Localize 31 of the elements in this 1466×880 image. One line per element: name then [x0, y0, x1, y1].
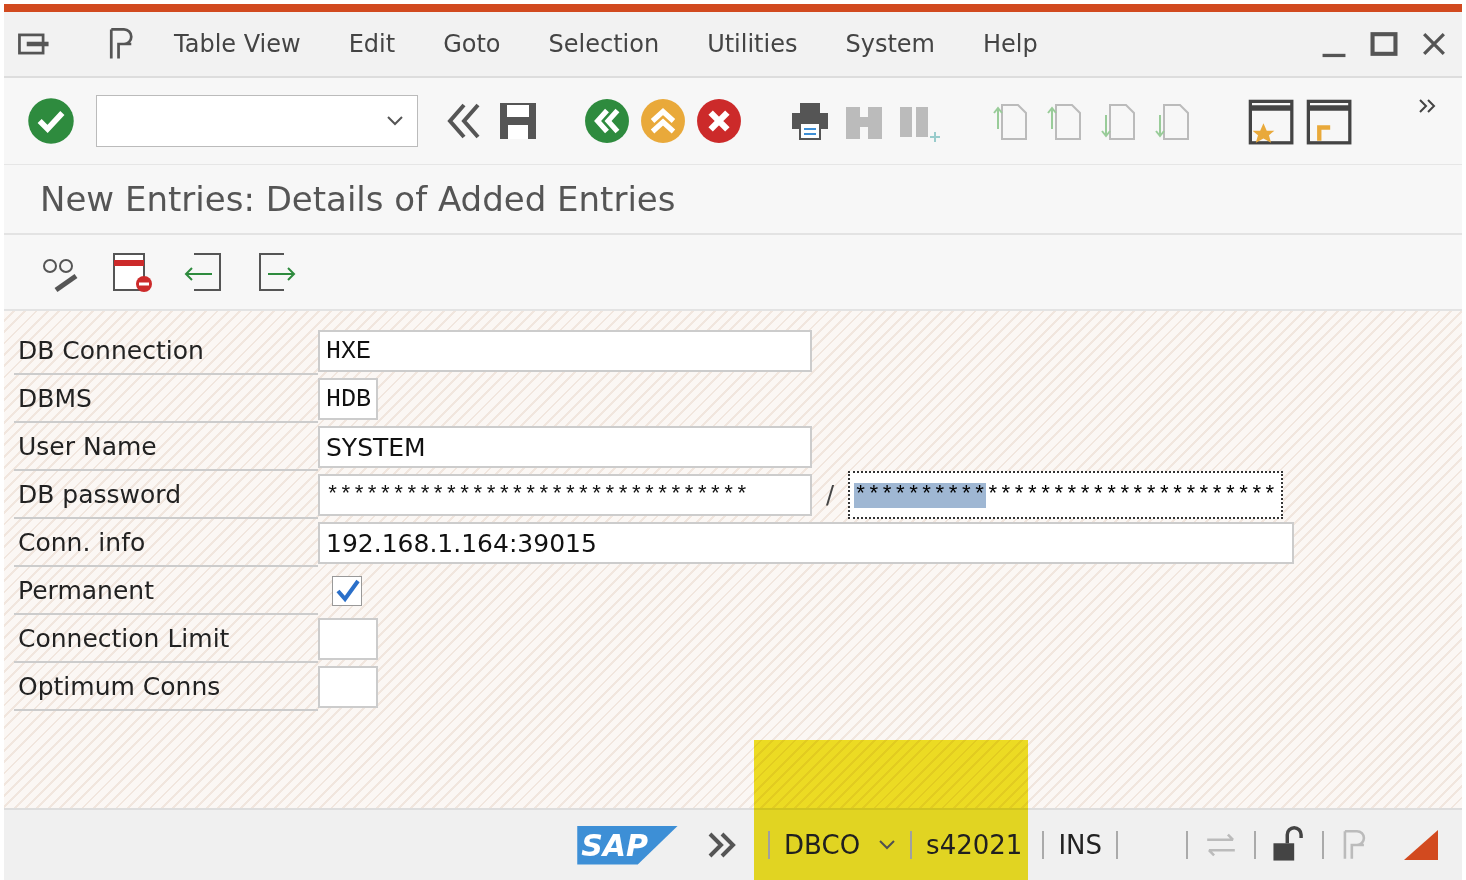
password-field[interactable]: ********************************: [318, 474, 812, 516]
caret-icon[interactable]: [878, 839, 897, 851]
command-field[interactable]: [96, 95, 418, 147]
cancel-icon[interactable]: [696, 98, 742, 144]
back-icon[interactable]: [584, 98, 630, 144]
sap-logo: SAP: [577, 825, 679, 865]
menu-item[interactable]: Table View: [174, 26, 301, 62]
input-field[interactable]: 192.168.1.164:39015: [318, 522, 1294, 564]
menu-item[interactable]: Goto: [443, 26, 501, 62]
input-field[interactable]: [318, 666, 378, 708]
page-title: New Entries: Details of Added Entries: [4, 164, 1462, 235]
caret-icon[interactable]: [385, 114, 405, 128]
input-field[interactable]: HDB: [318, 378, 378, 420]
new-window-icon[interactable]: [1246, 97, 1294, 145]
checkbox[interactable]: [332, 576, 362, 606]
separator-slash: /: [826, 481, 835, 509]
input-field[interactable]: [318, 618, 378, 660]
checkmark-icon[interactable]: [26, 96, 76, 146]
system-name: s42021: [926, 830, 1023, 860]
transaction-dropdown[interactable]: DBCO: [784, 830, 897, 860]
confirm-password-field[interactable]: ********************************: [848, 471, 1283, 519]
menu-item[interactable]: Help: [982, 26, 1038, 62]
delete-row-icon[interactable]: [110, 250, 154, 294]
menu-item[interactable]: Edit: [348, 26, 396, 62]
resize-corner-icon: [1404, 830, 1438, 860]
input-field[interactable]: SYSTEM: [318, 426, 812, 468]
menu-item[interactable]: Selection: [548, 26, 660, 62]
input-field[interactable]: HXE: [318, 330, 812, 372]
input-mode: INS: [1058, 830, 1102, 860]
menu-item[interactable]: System: [845, 26, 935, 62]
menu-item[interactable]: Utilities: [707, 26, 798, 62]
